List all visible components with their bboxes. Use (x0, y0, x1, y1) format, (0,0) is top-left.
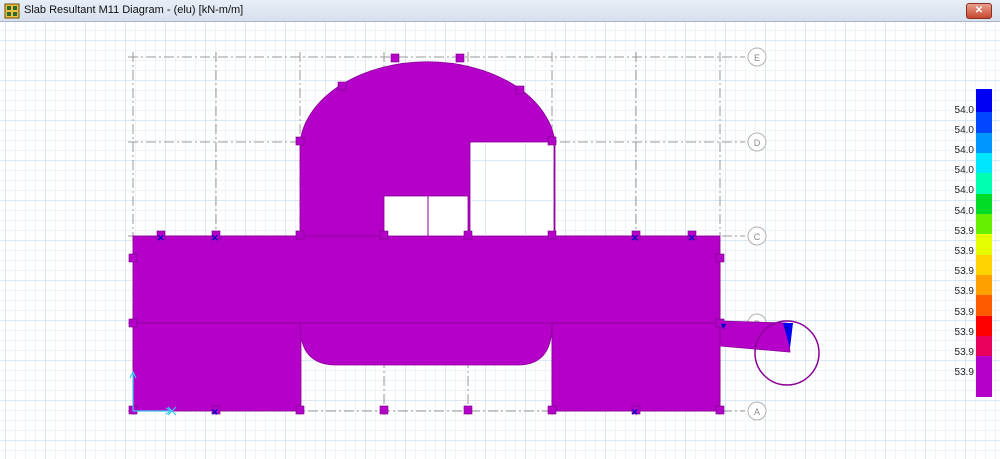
legend-swatch (976, 173, 992, 194)
legend-swatch (976, 194, 992, 214)
svg-text:✕: ✕ (631, 233, 639, 243)
legend-label: 53.9 (954, 246, 974, 257)
grid-bubble-c: C (747, 226, 767, 246)
slab-opening-left (383, 195, 469, 237)
app-icon (4, 3, 20, 19)
close-icon: ✕ (974, 5, 984, 16)
legend-label: 53.9 (954, 367, 974, 378)
legend-label: 53.9 (954, 226, 974, 237)
legend-swatch (976, 295, 992, 316)
title-bar: Slab Resultant M11 Diagram - (elu) [kN-m… (0, 0, 1000, 22)
legend-swatch (976, 89, 992, 112)
grid-bubble-d: D (747, 132, 767, 152)
legend-swatch (976, 234, 992, 255)
svg-text:D: D (754, 138, 761, 148)
slab-opening-grid (470, 142, 554, 236)
svg-text:✕: ✕ (631, 407, 639, 417)
legend-label: 54.0 (954, 145, 974, 156)
legend-swatch (976, 133, 992, 153)
svg-text:A: A (754, 407, 760, 417)
legend-swatch (976, 255, 992, 275)
svg-text:C: C (754, 232, 761, 242)
legend-swatch (976, 275, 992, 295)
svg-text:✕: ✕ (211, 233, 219, 243)
legend-label: 54.0 (954, 165, 974, 176)
legend-swatch (976, 112, 992, 133)
grid-bubble-e: E (747, 47, 767, 67)
legend-swatch (976, 153, 992, 173)
close-button[interactable]: ✕ (966, 3, 992, 19)
svg-text:▼: ▼ (719, 321, 728, 331)
svg-text:▼: ▼ (782, 324, 791, 334)
legend-label: 53.9 (954, 327, 974, 338)
legend-label: 54.0 (954, 185, 974, 196)
svg-text:E: E (754, 53, 760, 63)
legend-label: 54.0 (954, 105, 974, 116)
model-canvas[interactable]: E D C B A (0, 22, 1000, 459)
legend-swatch (976, 316, 992, 336)
legend-swatch (976, 356, 992, 397)
legend-label: 53.9 (954, 347, 974, 358)
legend-label: 53.9 (954, 286, 974, 297)
legend-swatch (976, 336, 992, 356)
svg-text:✕: ✕ (688, 233, 696, 243)
legend-label: 53.9 (954, 266, 974, 277)
svg-text:✕: ✕ (211, 407, 219, 417)
svg-text:✕: ✕ (157, 233, 165, 243)
grid-bubble-a: A (747, 401, 767, 421)
legend-label: 53.9 (954, 307, 974, 318)
color-legend: 54.0 54.0 54.0 54.0 54.0 54.0 53.9 53.9 … (944, 89, 992, 397)
legend-label: 54.0 (954, 125, 974, 136)
legend-swatch (976, 214, 992, 234)
legend-label: 54.0 (954, 206, 974, 217)
window-title: Slab Resultant M11 Diagram - (elu) [kN-m… (24, 4, 244, 16)
